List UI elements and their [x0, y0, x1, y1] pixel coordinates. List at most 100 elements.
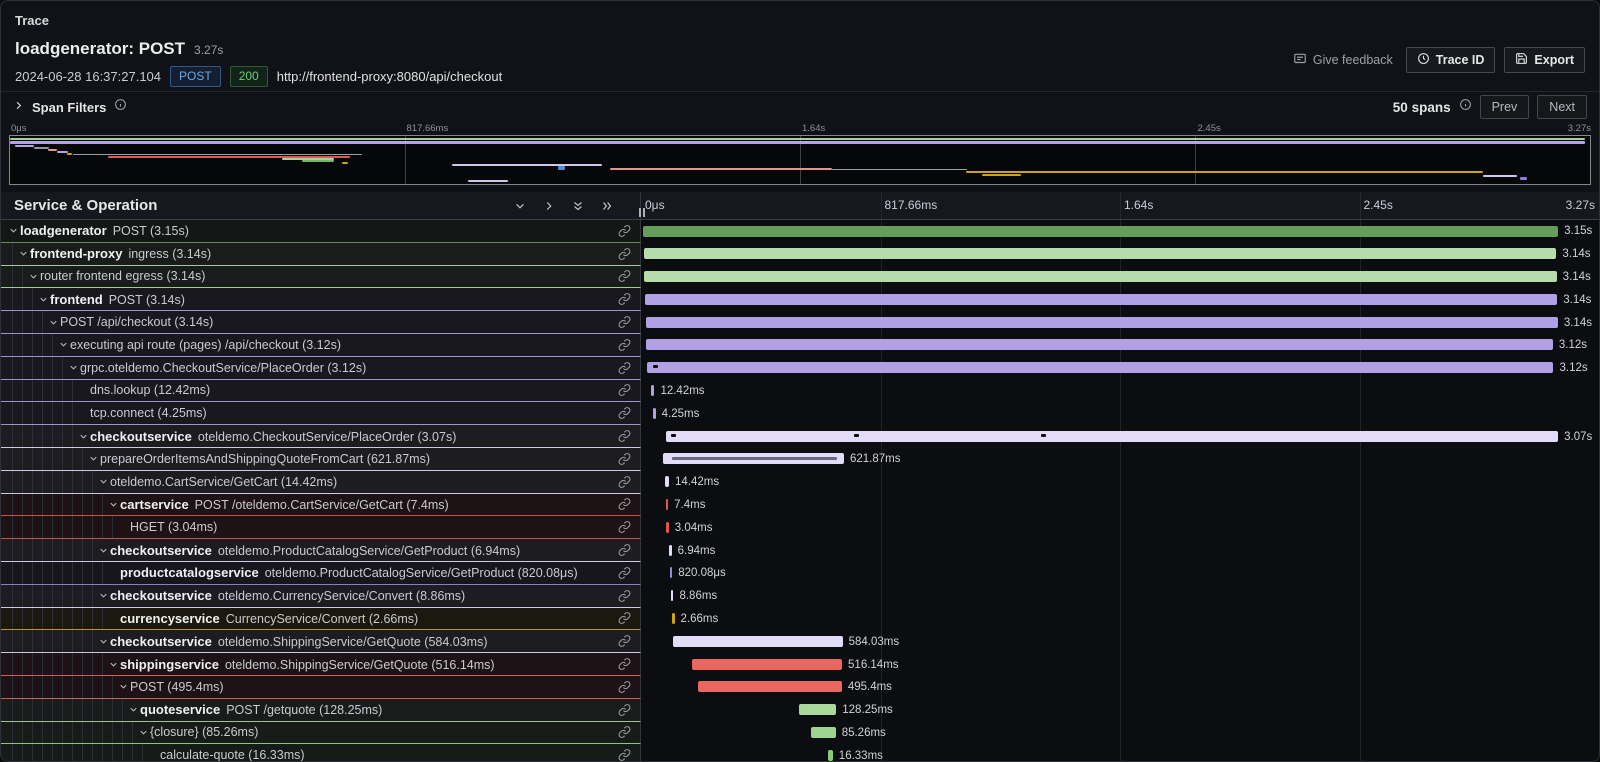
collapse-chevron-icon[interactable]	[18, 248, 30, 259]
span-name-cell[interactable]: POST /api/checkout (3.14s)	[1, 311, 641, 334]
span-row[interactable]: shippingserviceoteldemo.ShippingService/…	[1, 653, 1599, 676]
span-link-icon[interactable]	[618, 316, 631, 329]
span-row[interactable]: calculate-quote (16.33ms) 16.33ms	[1, 744, 1599, 761]
span-link-icon[interactable]	[618, 293, 631, 306]
span-link-icon[interactable]	[618, 247, 631, 260]
span-bar[interactable]	[653, 408, 656, 419]
info-icon[interactable]	[1459, 98, 1472, 116]
span-bar-cell[interactable]: 3.07s	[641, 425, 1599, 448]
span-name-cell[interactable]: shippingserviceoteldemo.ShippingService/…	[1, 653, 641, 676]
span-row[interactable]: checkoutserviceoteldemo.CurrencyService/…	[1, 585, 1599, 608]
span-bar[interactable]	[669, 545, 672, 556]
span-bar[interactable]	[666, 431, 1558, 442]
span-bar-cell[interactable]: 820.08μs	[641, 562, 1599, 585]
span-row[interactable]: oteldemo.CartService/GetCart (14.42ms) 1…	[1, 471, 1599, 494]
span-bar-cell[interactable]: 6.94ms	[641, 539, 1599, 562]
span-link-icon[interactable]	[618, 521, 631, 534]
span-bar-cell[interactable]: 3.14s	[641, 243, 1599, 266]
info-icon[interactable]	[114, 98, 127, 116]
span-bar[interactable]	[643, 226, 1558, 237]
span-row[interactable]: quoteservicePOST /getquote (128.25ms) 12…	[1, 699, 1599, 722]
span-link-icon[interactable]	[618, 270, 631, 283]
span-bar[interactable]	[666, 522, 669, 533]
span-bar[interactable]	[645, 294, 1557, 305]
span-row[interactable]: dns.lookup (12.42ms) 12.42ms	[1, 380, 1599, 403]
span-row[interactable]: checkoutserviceoteldemo.CheckoutService/…	[1, 425, 1599, 448]
span-bar[interactable]	[665, 476, 669, 487]
span-bar[interactable]	[646, 339, 1552, 350]
span-name-cell[interactable]: loadgeneratorPOST (3.15s)	[1, 220, 641, 243]
span-row[interactable]: {closure} (85.26ms) 85.26ms	[1, 722, 1599, 745]
span-link-icon[interactable]	[618, 749, 631, 761]
collapse-chevron-icon[interactable]	[118, 681, 130, 692]
span-name-cell[interactable]: grpc.oteldemo.CheckoutService/PlaceOrder…	[1, 357, 641, 380]
span-bar[interactable]	[799, 704, 836, 715]
span-row[interactable]: checkoutserviceoteldemo.ProductCatalogSe…	[1, 539, 1599, 562]
span-name-cell[interactable]: oteldemo.CartService/GetCart (14.42ms)	[1, 471, 641, 494]
span-bar-cell[interactable]: 14.42ms	[641, 471, 1599, 494]
span-row[interactable]: tcp.connect (4.25ms) 4.25ms	[1, 402, 1599, 425]
span-link-icon[interactable]	[618, 498, 631, 511]
span-name-cell[interactable]: checkoutserviceoteldemo.CheckoutService/…	[1, 425, 641, 448]
span-bar[interactable]	[644, 248, 1556, 259]
span-bar-cell[interactable]: 12.42ms	[641, 380, 1599, 403]
span-name-cell[interactable]: executing api route (pages) /api/checkou…	[1, 334, 641, 357]
span-link-icon[interactable]	[618, 680, 631, 693]
collapse-all-icon[interactable]	[571, 199, 585, 213]
span-row[interactable]: cartservicePOST /oteldemo.CartService/Ge…	[1, 494, 1599, 517]
collapse-chevron-icon[interactable]	[78, 431, 90, 442]
span-bar[interactable]	[692, 659, 842, 670]
span-name-cell[interactable]: {closure} (85.26ms)	[1, 722, 641, 745]
span-name-cell[interactable]: router frontend egress (3.14s)	[1, 266, 641, 289]
collapse-chevron-icon[interactable]	[98, 636, 110, 647]
span-bar-cell[interactable]: 16.33ms	[641, 744, 1599, 761]
span-filters-toggle[interactable]: Span Filters	[13, 98, 127, 116]
span-link-icon[interactable]	[618, 407, 631, 420]
span-bar-cell[interactable]: 8.86ms	[641, 585, 1599, 608]
span-row[interactable]: HGET (3.04ms) 3.04ms	[1, 516, 1599, 539]
column-resize-grip[interactable]	[639, 208, 645, 217]
span-link-icon[interactable]	[618, 726, 631, 739]
span-name-cell[interactable]: cartservicePOST /oteldemo.CartService/Ge…	[1, 494, 641, 517]
span-bar[interactable]	[811, 727, 836, 738]
span-bar-cell[interactable]: 85.26ms	[641, 722, 1599, 745]
collapse-chevron-icon[interactable]	[108, 659, 120, 670]
span-bar-cell[interactable]: 3.04ms	[641, 516, 1599, 539]
give-feedback-button[interactable]: Give feedback	[1293, 47, 1393, 73]
span-row[interactable]: loadgeneratorPOST (3.15s) 3.15s	[1, 220, 1599, 243]
span-bar-cell[interactable]: 3.14s	[641, 288, 1599, 311]
span-bar-cell[interactable]: 516.14ms	[641, 653, 1599, 676]
span-bar[interactable]	[828, 750, 833, 761]
span-bar-cell[interactable]: 4.25ms	[641, 402, 1599, 425]
span-name-cell[interactable]: checkoutserviceoteldemo.ProductCatalogSe…	[1, 539, 641, 562]
span-link-icon[interactable]	[618, 430, 631, 443]
collapse-chevron-icon[interactable]	[108, 499, 120, 510]
span-row[interactable]: router frontend egress (3.14s) 3.14s	[1, 266, 1599, 289]
span-link-icon[interactable]	[618, 612, 631, 625]
span-bar[interactable]	[666, 499, 669, 510]
prev-span-button[interactable]: Prev	[1480, 95, 1530, 119]
export-button[interactable]: Export	[1504, 47, 1585, 73]
collapse-chevron-icon[interactable]	[98, 545, 110, 556]
span-row[interactable]: frontendPOST (3.14s) 3.14s	[1, 288, 1599, 311]
span-bar[interactable]	[646, 317, 1558, 328]
span-bar[interactable]	[663, 453, 844, 464]
span-row[interactable]: productcatalogserviceoteldemo.ProductCat…	[1, 562, 1599, 585]
span-bar[interactable]	[644, 271, 1556, 282]
span-name-cell[interactable]: tcp.connect (4.25ms)	[1, 402, 641, 425]
span-bar-cell[interactable]: 2.66ms	[641, 608, 1599, 631]
span-name-cell[interactable]: POST (495.4ms)	[1, 676, 641, 699]
span-bar[interactable]	[672, 613, 675, 624]
expand-one-icon[interactable]	[542, 199, 556, 213]
span-name-cell[interactable]: currencyserviceCurrencyService/Convert (…	[1, 608, 641, 631]
collapse-chevron-icon[interactable]	[28, 271, 40, 282]
span-row[interactable]: checkoutserviceoteldemo.ShippingService/…	[1, 630, 1599, 653]
span-row[interactable]: executing api route (pages) /api/checkou…	[1, 334, 1599, 357]
span-name-cell[interactable]: dns.lookup (12.42ms)	[1, 380, 641, 403]
span-link-icon[interactable]	[618, 658, 631, 671]
span-name-cell[interactable]: calculate-quote (16.33ms)	[1, 744, 641, 761]
collapse-chevron-icon[interactable]	[138, 727, 150, 738]
span-row[interactable]: POST (495.4ms) 495.4ms	[1, 676, 1599, 699]
span-bar-cell[interactable]: 128.25ms	[641, 699, 1599, 722]
span-link-icon[interactable]	[618, 452, 631, 465]
